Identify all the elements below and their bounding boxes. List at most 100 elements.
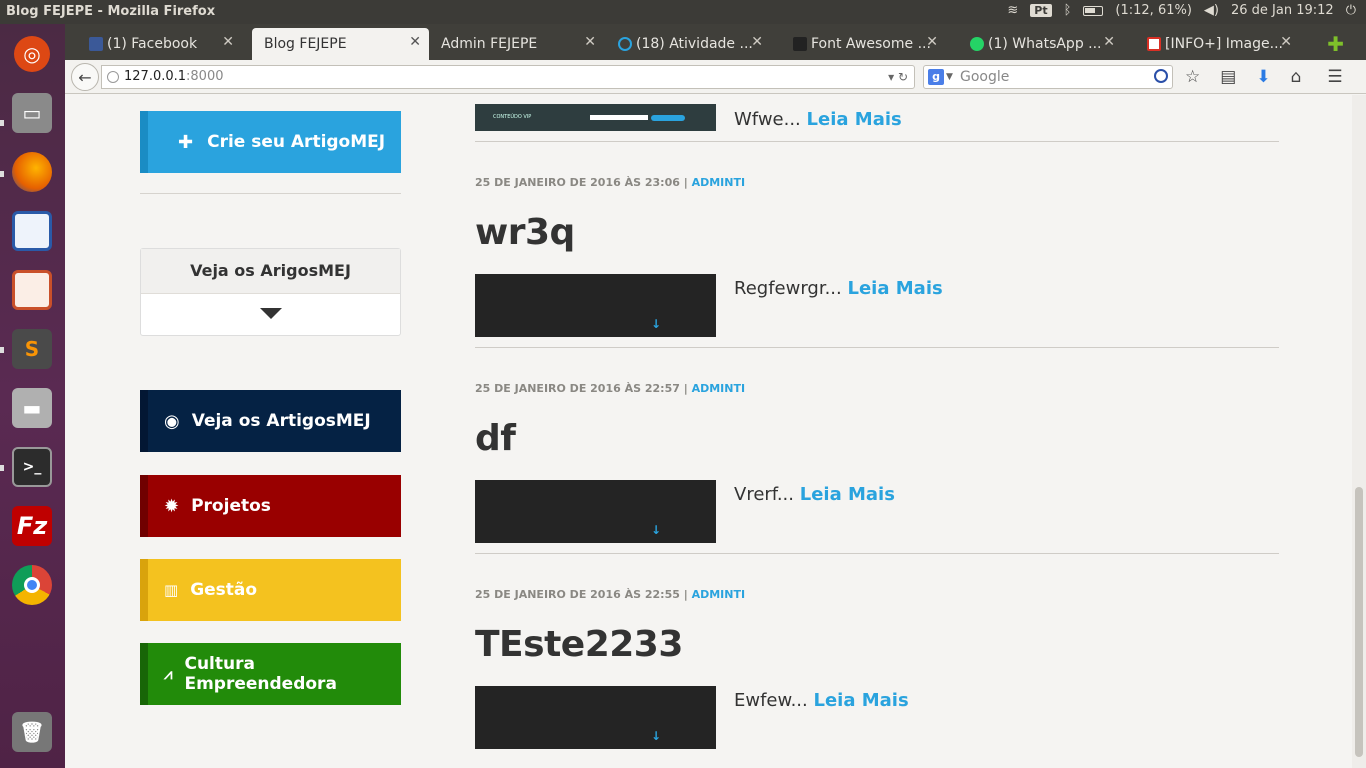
- clock[interactable]: 26 de Jan 19:12: [1231, 3, 1334, 18]
- launcher-impress[interactable]: [6, 264, 58, 316]
- dropdown-title: Veja os ArigosMEJ: [141, 249, 400, 294]
- bookmark-star-icon[interactable]: ☆: [1185, 67, 1200, 87]
- thumbnail-button: [651, 115, 685, 121]
- volume-icon[interactable]: ◀): [1204, 3, 1219, 18]
- post-divider: [475, 141, 1279, 142]
- menu-icon[interactable]: ☰: [1327, 67, 1342, 87]
- read-more-link[interactable]: Leia Mais: [813, 690, 908, 711]
- tab-facebook[interactable]: (1) Facebook ✕: [65, 28, 242, 60]
- bookmarks-list-icon[interactable]: ▤: [1220, 67, 1236, 87]
- post-date: 25 DE JANEIRO DE 2016 ÀS 22:57 |: [475, 382, 688, 395]
- button-edge: [140, 643, 148, 705]
- tab-blog-fejepe[interactable]: Blog FEJEPE ✕: [252, 28, 429, 60]
- tab-font-awesome[interactable]: Font Awesome ... ✕: [769, 28, 946, 60]
- launcher-trash[interactable]: 🗑: [6, 706, 58, 758]
- launcher-disk[interactable]: ▬: [6, 382, 58, 434]
- reload-icon[interactable]: ↻: [898, 70, 908, 84]
- launcher-terminal[interactable]: >_: [6, 441, 58, 493]
- button-edge: [140, 475, 148, 537]
- post-author-link[interactable]: ADMINTI: [692, 176, 746, 189]
- management-button[interactable]: ▥ Gestão: [140, 559, 401, 621]
- power-icon[interactable]: ⏻: [1346, 3, 1356, 18]
- post-excerpt-text: Regfewrgr...: [734, 278, 842, 299]
- search-icon[interactable]: [1154, 69, 1168, 83]
- post-author-link[interactable]: ADMINTI: [692, 382, 746, 395]
- post-excerpt-text: Wfwe...: [734, 109, 801, 130]
- post-divider: [475, 347, 1279, 348]
- read-more-link[interactable]: Leia Mais: [848, 278, 943, 299]
- trash-icon: 🗑: [12, 712, 52, 752]
- thumbnail-caption: CONTEÚDO VIP: [493, 114, 532, 120]
- launcher-sublime-text[interactable]: S: [6, 323, 58, 375]
- post-thumbnail[interactable]: ↓: [475, 274, 716, 337]
- close-icon[interactable]: ✕: [222, 34, 234, 50]
- read-more-link[interactable]: Leia Mais: [800, 484, 895, 505]
- download-icon[interactable]: ⬇: [1256, 67, 1270, 87]
- firefox-icon: [12, 152, 52, 192]
- launcher-chrome[interactable]: [6, 559, 58, 611]
- url-bar[interactable]: 127.0.0.1:8000 ▾ ↻: [101, 65, 915, 89]
- read-more-link[interactable]: Leia Mais: [807, 109, 902, 130]
- launcher-running-indicator: [0, 347, 4, 353]
- caret-down-icon[interactable]: [259, 308, 282, 319]
- tab-admin-fejepe[interactable]: Admin FEJEPE ✕: [427, 28, 604, 60]
- view-articles-button[interactable]: ◉ Veja os ArtigosMEJ: [140, 390, 401, 452]
- back-arrow-icon[interactable]: ←: [71, 63, 99, 91]
- home-icon[interactable]: ⌂: [1291, 67, 1302, 87]
- battery-status[interactable]: (1:12, 61%): [1115, 3, 1192, 18]
- thumbnail-field: [590, 115, 648, 120]
- close-icon[interactable]: ✕: [926, 34, 938, 50]
- scrollbar-thumb[interactable]: [1355, 487, 1363, 757]
- launcher-writer[interactable]: [6, 205, 58, 257]
- plus-icon: ✚: [178, 131, 194, 153]
- window-title: Blog FEJEPE - Mozilla Firefox: [6, 4, 216, 19]
- post-title[interactable]: TEste2233: [475, 624, 683, 665]
- close-icon[interactable]: ✕: [1280, 34, 1292, 50]
- articles-dropdown[interactable]: Veja os ArigosMEJ: [140, 248, 401, 336]
- post-title[interactable]: df: [475, 418, 516, 459]
- google-logo-icon[interactable]: g: [928, 69, 944, 85]
- facebook-icon: [89, 37, 103, 51]
- close-icon[interactable]: ✕: [751, 34, 763, 50]
- create-article-button[interactable]: ✚ Crie seu ArtigoMEJ: [140, 111, 401, 173]
- history-dropdown-icon[interactable]: ▾: [888, 70, 894, 84]
- file-cabinet-icon: ▭: [12, 93, 52, 133]
- post-date: 25 DE JANEIRO DE 2016 ÀS 22:55 |: [475, 588, 688, 601]
- sidebar-divider: [140, 193, 401, 194]
- post-excerpt: Wfwe... Leia Mais: [734, 109, 902, 130]
- tab-whatsapp[interactable]: (1) WhatsApp ... ✕: [946, 28, 1123, 60]
- entrepreneurial-culture-button[interactable]: ⩘ Cultura Empreendedora: [140, 643, 401, 705]
- battery-icon[interactable]: [1083, 5, 1104, 16]
- bluetooth-icon[interactable]: ᛒ: [1064, 3, 1072, 18]
- post-thumbnail[interactable]: CONTEÚDO VIP: [475, 104, 716, 131]
- wifi-icon[interactable]: ≋: [1007, 3, 1018, 18]
- page-scrollbar[interactable]: [1352, 95, 1366, 768]
- tab-atividade[interactable]: (18) Atividade ... ✕: [594, 28, 771, 60]
- post-excerpt: Regfewrgr... Leia Mais: [734, 278, 943, 299]
- post-thumbnail[interactable]: ↓: [475, 686, 716, 749]
- post-thumbnail[interactable]: ↓: [475, 480, 716, 543]
- tab-label: (1) WhatsApp ...: [988, 36, 1102, 52]
- search-input[interactable]: g ▼ Google: [923, 65, 1173, 89]
- tab-label: Font Awesome ...: [811, 36, 931, 52]
- projects-button[interactable]: ✹ Projetos: [140, 475, 401, 537]
- chevron-down-icon[interactable]: ▼: [946, 66, 953, 88]
- close-icon[interactable]: ✕: [1103, 34, 1115, 50]
- tab-label: [INFO+] Image...: [1165, 36, 1283, 52]
- launcher-filezilla[interactable]: Fz: [6, 500, 58, 552]
- web-page-content: ✚ Crie seu ArtigoMEJ Veja os ArigosMEJ ◉…: [65, 95, 1352, 768]
- close-icon[interactable]: ✕: [409, 34, 421, 50]
- tab-info-image[interactable]: [INFO+] Image... ✕: [1123, 28, 1300, 60]
- post-title[interactable]: wr3q: [475, 212, 575, 253]
- launcher-firefox[interactable]: [6, 146, 58, 198]
- keyboard-layout-indicator[interactable]: Pt: [1030, 4, 1052, 17]
- writer-document-icon: [12, 211, 52, 251]
- new-tab-plus-icon[interactable]: ✚: [1327, 32, 1344, 56]
- ubuntu-logo-icon: ◎: [14, 36, 50, 72]
- projects-label: Projetos: [191, 496, 271, 516]
- sublime-text-icon: S: [12, 329, 52, 369]
- launcher-ubuntu-dash[interactable]: ◎: [6, 28, 58, 80]
- post-author-link[interactable]: ADMINTI: [692, 588, 746, 601]
- launcher-file-manager[interactable]: ▭: [6, 87, 58, 139]
- disk-drive-icon: ▬: [12, 388, 52, 428]
